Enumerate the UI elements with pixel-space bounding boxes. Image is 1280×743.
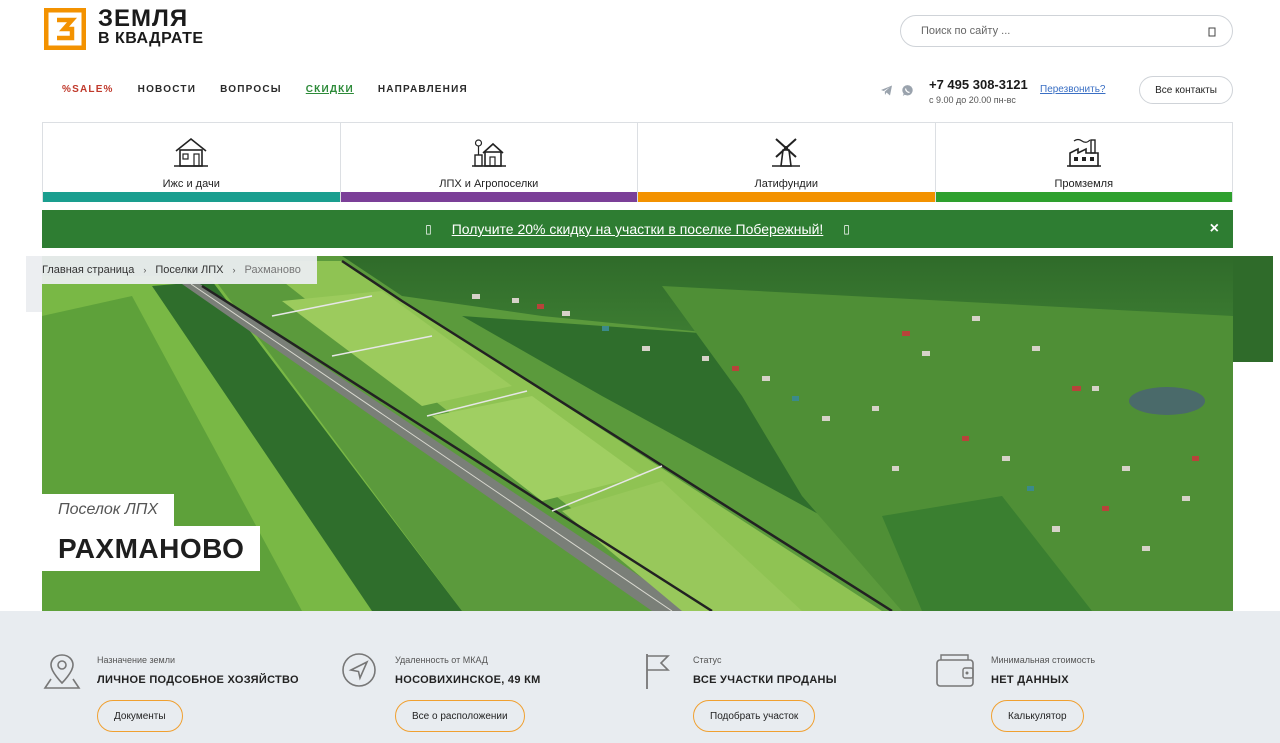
category-color-bar <box>43 192 340 202</box>
category-color-bar <box>340 192 637 202</box>
hero-title: РАХМАНОВО <box>42 526 261 571</box>
hero-right-edge <box>1233 256 1273 362</box>
info-value: ВСЕ УЧАСТКИ ПРОДАНЫ <box>693 674 837 686</box>
breadcrumb-shadow <box>26 284 42 312</box>
site-header: ЗЕМЛЯ В КВАДРАТЕ %SALE% НОВОСТИ ВОПРОСЫ … <box>0 0 1280 122</box>
messenger-links <box>880 84 914 97</box>
close-icon[interactable]: × <box>1210 220 1219 238</box>
category-label: Ижс и дачи <box>162 178 220 190</box>
breadcrumb-current: Рахманово <box>244 264 301 276</box>
flag-icon <box>638 651 678 691</box>
main-nav: %SALE% НОВОСТИ ВОПРОСЫ СКИДКИ НАПРАВЛЕНИ… <box>62 84 468 95</box>
search-box <box>900 15 1233 47</box>
info-label: Назначение земли <box>97 655 176 665</box>
calculator-button[interactable]: Калькулятор <box>991 700 1084 732</box>
category-industrial[interactable]: Промземля <box>935 123 1232 202</box>
nav-item-discounts[interactable]: СКИДКИ <box>306 84 354 95</box>
logo-line-2: В КВАДРАТЕ <box>98 30 204 47</box>
phone-number[interactable]: +7 495 308-3121 <box>929 77 1028 92</box>
nav-item-directions[interactable]: НАПРАВЛЕНИЯ <box>378 84 468 95</box>
windmill-icon <box>768 135 804 174</box>
category-label: ЛПХ и Агропоселки <box>439 178 539 190</box>
info-value: ЛИЧНОЕ ПОДСОБНОЕ ХОЗЯЙСТВО <box>97 674 299 686</box>
chevron-right-icon: › <box>232 265 236 275</box>
category-color-bar <box>638 192 935 202</box>
wallet-icon <box>936 651 976 691</box>
factory-icon <box>1066 135 1102 174</box>
logo-mark-icon <box>43 7 87 51</box>
find-plot-button[interactable]: Подобрать участок <box>693 700 816 732</box>
breadcrumb: Главная страница › Поселки ЛПХ › Рахмано… <box>26 256 317 284</box>
logo-line-1: ЗЕМЛЯ <box>98 5 189 32</box>
working-hours: с 9.00 до 20.00 пн-вс <box>929 95 1016 105</box>
telegram-icon[interactable] <box>880 84 893 97</box>
info-bar: Назначение земли ЛИЧНОЕ ПОДСОБНОЕ ХОЗЯЙС… <box>0 611 1280 743</box>
navigation-arrow-icon <box>340 651 380 691</box>
phone-block: +7 495 308-3121 с 9.00 до 20.00 пн-вс <box>929 77 1028 105</box>
category-color-bar <box>935 192 1232 202</box>
documents-button[interactable]: Документы <box>97 700 183 732</box>
logo-text: ЗЕМЛЯ В КВАДРАТЕ <box>98 5 204 49</box>
search-input[interactable] <box>921 25 1191 37</box>
site-logo[interactable]: ЗЕМЛЯ В КВАДРАТЕ <box>43 5 204 51</box>
promo-link[interactable]: Получите 20% скидку на участки в поселке… <box>452 221 824 237</box>
breadcrumb-home[interactable]: Главная страница <box>42 264 134 276</box>
category-tiles: Ижс и дачи ЛПХ и Агропоселки Латифундии … <box>42 122 1233 202</box>
house-icon <box>173 135 209 174</box>
category-latifundia[interactable]: Латифундии <box>638 123 936 202</box>
promo-left-icon: ▯ <box>425 222 432 236</box>
info-value: НЕТ ДАННЫХ <box>991 674 1069 686</box>
chevron-right-icon: › <box>143 265 147 275</box>
category-izhs[interactable]: Ижс и дачи <box>43 123 341 202</box>
info-label: Минимальная стоимость <box>991 655 1096 665</box>
category-label: Промземля <box>1054 178 1114 190</box>
hero-subtitle: Поселок ЛПХ <box>42 494 175 526</box>
farm-house-icon <box>471 135 507 174</box>
all-contacts-button[interactable]: Все контакты <box>1139 76 1233 104</box>
callback-link[interactable]: Перезвонить? <box>1040 84 1105 95</box>
map-pin-icon <box>42 651 82 691</box>
whatsapp-icon[interactable] <box>901 84 914 97</box>
info-label: Статус <box>693 655 722 665</box>
info-label: Удаленность от МКАД <box>395 655 488 665</box>
info-value: НОСОВИХИНСКОЕ, 49 КМ <box>395 674 541 686</box>
promo-banner: ▯ Получите 20% скидку на участки в посел… <box>42 210 1233 248</box>
search-icon[interactable] <box>1206 25 1218 37</box>
nav-item-questions[interactable]: ВОПРОСЫ <box>220 84 282 95</box>
breadcrumb-lph[interactable]: Поселки ЛПХ <box>155 264 223 276</box>
category-label: Латифундии <box>754 178 819 190</box>
location-details-button[interactable]: Все о расположении <box>395 700 525 732</box>
promo-right-icon: ▯ <box>843 222 850 236</box>
category-lph[interactable]: ЛПХ и Агропоселки <box>340 123 638 202</box>
nav-item-sale[interactable]: %SALE% <box>62 84 114 95</box>
nav-item-news[interactable]: НОВОСТИ <box>138 84 196 95</box>
